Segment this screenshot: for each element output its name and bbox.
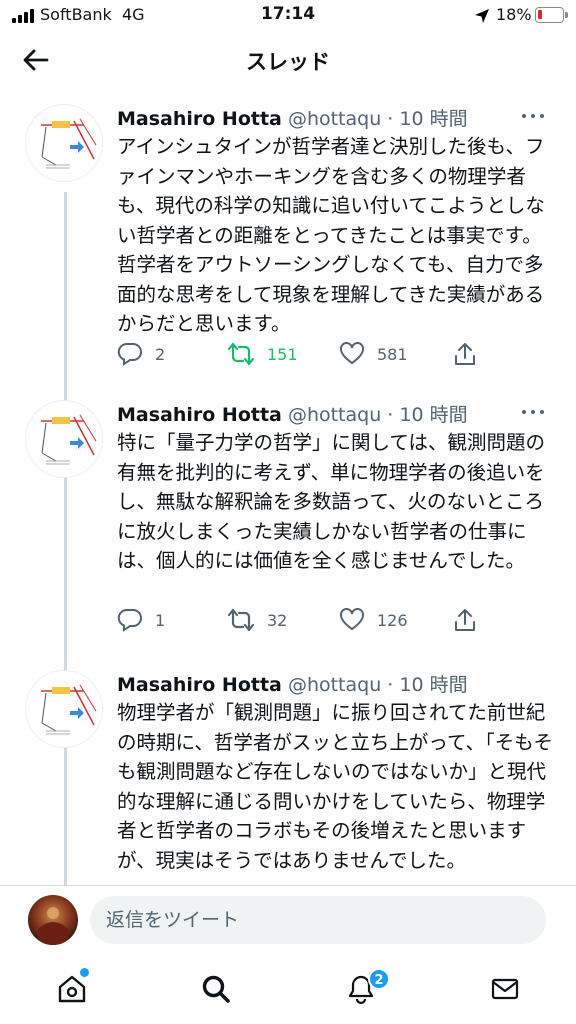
- tweet-actions: 2 151 581: [117, 342, 477, 372]
- page-title: スレッド: [246, 50, 330, 74]
- reply-count: 2: [155, 344, 166, 364]
- avatar[interactable]: [25, 400, 103, 478]
- avatar[interactable]: [25, 104, 103, 182]
- battery-fill: [538, 10, 542, 19]
- tweet[interactable]: Masahiro Hotta @hottaqu · 10 時間 特に「量子力学の…: [0, 386, 576, 658]
- more-options-icon[interactable]: [521, 112, 545, 120]
- notification-badge: 2: [368, 968, 390, 990]
- share-button[interactable]: [453, 342, 477, 366]
- retweet-count: 151: [267, 344, 298, 364]
- header: スレッド: [0, 32, 576, 88]
- retweet-icon: [227, 342, 255, 366]
- status-bar: SoftBank 4G 17:14 18%: [0, 0, 576, 32]
- like-count: 581: [377, 344, 408, 364]
- share-icon: [455, 609, 475, 631]
- tab-messages[interactable]: [485, 969, 525, 1009]
- tweet-actions: 1 32 126: [117, 608, 477, 638]
- more-options-icon[interactable]: [521, 408, 545, 416]
- thread: Masahiro Hotta @hottaqu · 10 時間 アインシュタイン…: [0, 90, 576, 885]
- display-name[interactable]: Masahiro Hotta: [117, 108, 282, 130]
- display-name[interactable]: Masahiro Hotta: [117, 404, 282, 426]
- reply-button[interactable]: 1: [117, 608, 165, 632]
- tweet[interactable]: Masahiro Hotta @hottaqu · 10 時間 物理学者が「観測…: [0, 656, 576, 885]
- retweet-button[interactable]: 32: [227, 608, 287, 632]
- retweet-icon: [227, 608, 255, 632]
- user-handle[interactable]: @hottaqu: [288, 674, 381, 696]
- reply-button[interactable]: 2: [117, 342, 165, 366]
- share-button[interactable]: [453, 608, 477, 632]
- like-button[interactable]: 581: [339, 342, 408, 366]
- reply-input[interactable]: [90, 896, 546, 944]
- tab-search[interactable]: [196, 969, 236, 1009]
- location-arrow-icon: [475, 9, 489, 23]
- tweet-meta: Masahiro Hotta @hottaqu · 10 時間: [117, 670, 468, 697]
- tweet[interactable]: Masahiro Hotta @hottaqu · 10 時間 アインシュタイン…: [0, 90, 576, 382]
- tweet-time: · 10 時間: [387, 108, 468, 130]
- tweet-time: · 10 時間: [387, 674, 468, 696]
- avatar[interactable]: [25, 670, 103, 748]
- my-avatar[interactable]: [28, 895, 78, 945]
- tweet-text: 特に「量子力学の哲学」に関しては、観測問題の有無を批判的に考えず、単に物理学者の…: [117, 431, 546, 572]
- battery-icon: [535, 7, 568, 23]
- reply-icon: [117, 342, 142, 366]
- like-button[interactable]: 126: [339, 608, 408, 632]
- tweet-meta: Masahiro Hotta @hottaqu · 10 時間: [117, 400, 468, 427]
- retweet-button[interactable]: 151: [227, 342, 298, 366]
- reply-icon: [117, 608, 142, 632]
- tweet-text: 物理学者が「観測問題」に振り回されてた前世紀の時期に、哲学者がスッと立ち上がって…: [117, 701, 553, 872]
- user-handle[interactable]: @hottaqu: [288, 108, 381, 130]
- screen: SoftBank 4G 17:14 18% スレッド Masahiro Hott…: [0, 0, 576, 1024]
- tweet-time: · 10 時間: [387, 404, 468, 426]
- reply-bar: [0, 885, 576, 955]
- like-count: 126: [377, 610, 408, 630]
- tweet-text: アインシュタインが哲学者達と決別した後も、ファインマンやホーキングを含む多くの物…: [117, 135, 545, 335]
- heart-icon: [340, 342, 364, 365]
- heart-icon: [340, 608, 364, 631]
- mail-icon: [491, 978, 519, 1000]
- new-content-dot: [80, 968, 89, 977]
- reply-count: 1: [155, 610, 166, 630]
- share-icon: [455, 343, 475, 365]
- user-handle[interactable]: @hottaqu: [288, 404, 381, 426]
- display-name[interactable]: Masahiro Hotta: [117, 674, 282, 696]
- search-icon: [202, 975, 230, 1003]
- tweet-meta: Masahiro Hotta @hottaqu · 10 時間: [117, 104, 468, 131]
- tab-bar: [0, 955, 576, 1024]
- battery-percent: 18%: [496, 5, 532, 24]
- retweet-count: 32: [267, 610, 288, 630]
- home-icon: [58, 975, 86, 1003]
